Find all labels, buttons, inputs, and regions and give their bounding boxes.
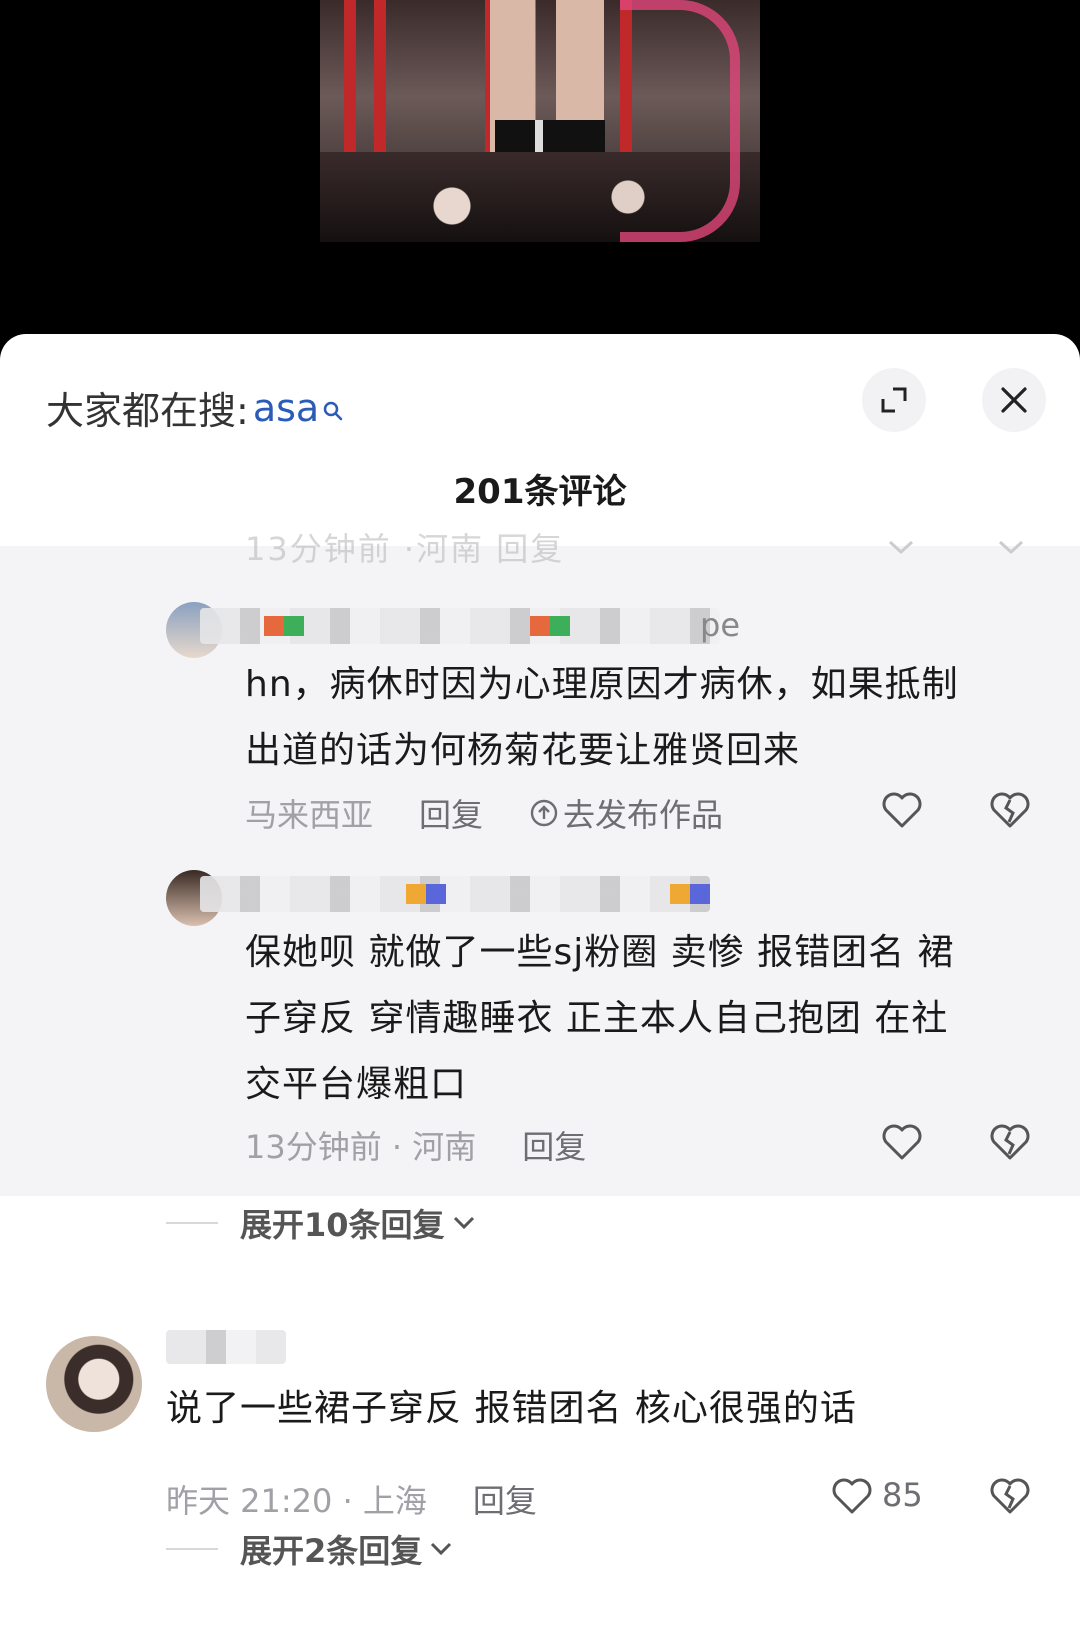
like-icon[interactable] <box>830 1474 874 1518</box>
chevron-down-icon <box>888 540 914 555</box>
reply-time-location: 13分钟前 · 河南 <box>245 1128 477 1166</box>
search-prefix: 大家都在搜: <box>46 389 249 433</box>
blurred-username[interactable] <box>166 1330 286 1364</box>
expand-replies-button[interactable]: 展开10条回复 <box>166 1200 477 1246</box>
like-icon[interactable] <box>880 1120 924 1164</box>
reply-button[interactable]: 回复 <box>419 790 483 836</box>
chevron-down-icon <box>431 1542 452 1556</box>
search-term[interactable]: asa <box>253 386 319 430</box>
reply-meta: 马来西亚 回复 去发布作品 <box>245 790 723 836</box>
sheet-header: 大家都在搜: asa 201条评论 <box>0 334 1080 546</box>
video-area[interactable] <box>0 0 1080 340</box>
divider-line <box>166 1222 218 1224</box>
reply-text: hn，病休时因为心理原因才病休，如果抵制 出道的话为何杨菊花要让雅贤回来 <box>245 652 959 784</box>
like-icon[interactable] <box>880 788 924 832</box>
expand-replies-label: 展开10条回复 <box>240 1206 445 1244</box>
reply-button[interactable]: 回复 <box>522 1122 586 1168</box>
reply-location: 马来西亚 <box>245 796 374 834</box>
publish-work-link[interactable]: 去发布作品 <box>529 790 723 836</box>
search-icon <box>323 386 343 420</box>
dislike-icon[interactable] <box>988 1120 1032 1164</box>
reply-button[interactable]: 回复 <box>473 1476 537 1522</box>
close-icon <box>1001 387 1027 413</box>
trending-search[interactable]: 大家都在搜: asa <box>46 380 343 435</box>
close-button[interactable] <box>982 368 1046 432</box>
video-thumbnail[interactable] <box>320 0 760 242</box>
dislike-icon[interactable] <box>988 1474 1032 1518</box>
comment-text: 说了一些裙子穿反 报错团名 核心很强的话 <box>166 1388 857 1429</box>
reply-text-line: hn，病休时因为心理原因才病休，如果抵制 <box>245 664 959 705</box>
comment-meta: 昨天 21:20 · 上海 回复 <box>166 1476 537 1522</box>
upload-icon <box>530 799 558 827</box>
reply-text-line: 交平台爆粗口 <box>245 1064 468 1105</box>
expand-replies-button[interactable]: 展开2条回复 <box>166 1526 454 1572</box>
reply-text-line: 保她呗 就做了一些sj粉圈 卖惨 报错团名 裙 <box>245 932 955 973</box>
avatar[interactable] <box>46 1336 142 1432</box>
reply-text-line: 出道的话为何杨菊花要让雅贤回来 <box>245 730 801 771</box>
reply-meta: 13分钟前 · 河南 回复 <box>245 1122 586 1168</box>
divider-line <box>166 1548 218 1550</box>
dislike-icon[interactable] <box>988 788 1032 832</box>
reply-text-line: 子穿反 穿情趣睡衣 正主本人自己抱团 在社 <box>245 998 949 1039</box>
chevron-down-icon <box>998 540 1024 555</box>
comment-count-title: 201条评论 <box>453 472 627 512</box>
like-count: 85 <box>882 1476 923 1514</box>
blurred-username[interactable] <box>200 876 710 912</box>
username-suffix: pe <box>700 606 740 644</box>
comment-time-location: 昨天 21:20 · 上海 <box>166 1482 427 1520</box>
scrolled-meta-row: 13分钟前 ·河南 回复 <box>245 530 565 568</box>
expand-replies-label: 展开2条回复 <box>240 1532 423 1570</box>
publish-label: 去发布作品 <box>563 796 724 834</box>
stage-prop <box>620 0 740 242</box>
expand-icon <box>881 387 907 413</box>
fullscreen-button[interactable] <box>862 368 926 432</box>
chevron-down-icon <box>453 1216 474 1230</box>
comment-sheet: 大家都在搜: asa 201条评论 13分钟前 ·河南 回复 pe hn，病休时… <box>0 334 1080 1629</box>
reply-text: 保她呗 就做了一些sj粉圈 卖惨 报错团名 裙 子穿反 穿情趣睡衣 正主本人自己… <box>245 920 955 1118</box>
reply-thread: 13分钟前 ·河南 回复 pe hn，病休时因为心理原因才病休，如果抵制 出道的… <box>0 530 1080 1196</box>
blurred-username[interactable] <box>200 608 720 644</box>
